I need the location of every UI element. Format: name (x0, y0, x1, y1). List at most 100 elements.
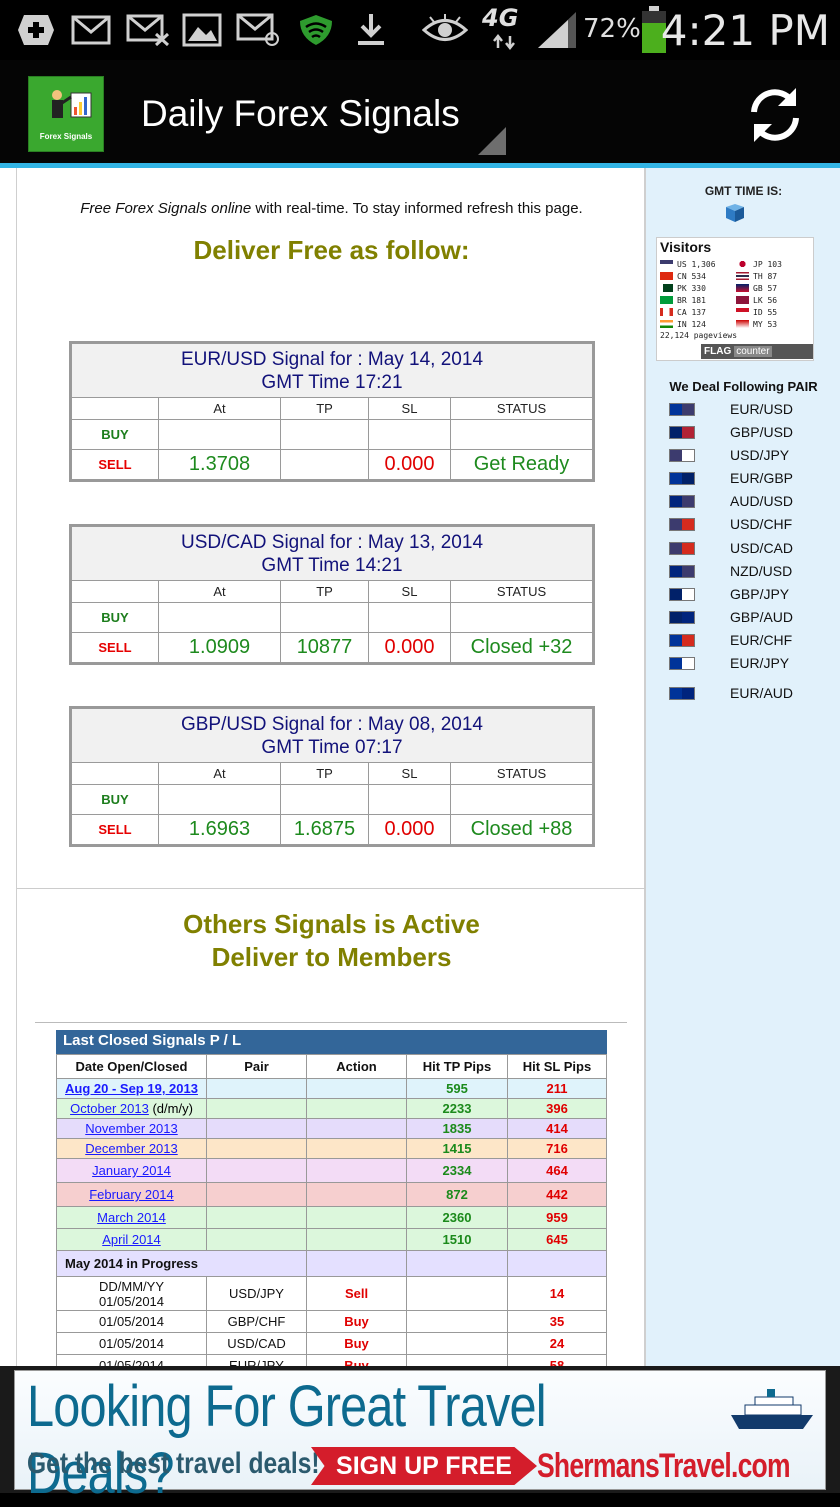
sl-pips: 464 (507, 1158, 607, 1183)
email-at-icon (236, 10, 280, 50)
sell-at: 1.6963 (158, 814, 281, 845)
table-cell (306, 1228, 407, 1251)
refresh-button[interactable] (744, 84, 806, 146)
col-header: SL (368, 762, 451, 785)
app-logo[interactable]: Forex Signals (28, 76, 104, 152)
main-column: Free Forex Signals online with real-time… (16, 168, 646, 1366)
signal-table: EUR/USD Signal for : May 14, 2014 GMT Tim… (69, 341, 595, 482)
signal-time: GMT Time 14:21 (261, 554, 403, 576)
deliver-title: Deliver Free as follow: (193, 235, 470, 265)
pair-flag-icon (669, 610, 695, 624)
action-cell: Buy (306, 1354, 407, 1366)
col-header: Action (306, 1054, 407, 1079)
country-code: PK (677, 283, 687, 293)
pair-flag-icon (669, 633, 695, 647)
tp-pips (406, 1332, 508, 1355)
buy-sl (368, 419, 451, 450)
pair-item[interactable]: USD/CHF (646, 513, 840, 535)
date-header: DD/MM/YY (99, 1278, 164, 1294)
table-cell (206, 1138, 307, 1159)
sl-pips: 716 (507, 1138, 607, 1159)
pair-item[interactable]: EUR/USD (646, 398, 840, 420)
visitor-country: IN 124 (660, 320, 736, 329)
month-link[interactable]: Aug 20 - Sep 19, 2013 (65, 1081, 198, 1096)
pair-item[interactable]: EUR/GBP (646, 467, 840, 489)
sl-pips: 959 (507, 1206, 607, 1229)
table-cell (306, 1078, 407, 1099)
pair-item[interactable]: EUR/AUD (646, 682, 840, 704)
gallery-icon (182, 10, 222, 50)
pageviews-count: 22,124 pageviews (660, 331, 738, 340)
country-code: LK (753, 295, 763, 305)
month-link[interactable]: February 2014 (89, 1187, 174, 1202)
visitors-widget[interactable]: Visitors US 1,306 JP 103 CN 534 TH 87 PK 330… (656, 237, 814, 361)
table-cell (306, 1138, 407, 1159)
sell-tp: 1.6875 (280, 814, 369, 845)
tp-pips: 2360 (406, 1206, 508, 1229)
pair-item[interactable]: USD/CAD (646, 537, 840, 559)
visitor-country: CN 534 (660, 272, 736, 281)
signal-strength-icon (536, 10, 578, 50)
month-link[interactable]: January 2014 (92, 1163, 171, 1178)
sell-at: 1.0909 (158, 632, 281, 663)
visitors-row: CA 137 ID 55 (660, 306, 812, 318)
pair-item[interactable]: GBP/JPY (646, 583, 840, 605)
month-cell: Aug 20 - Sep 19, 2013 (56, 1078, 207, 1099)
pair-name: EUR/CHF (730, 632, 793, 648)
clock-widget-icon[interactable] (724, 203, 746, 223)
month-cell: April 2014 (56, 1228, 207, 1251)
pair-item[interactable]: AUD/USD (646, 490, 840, 512)
country-code: IN (677, 319, 687, 329)
country-code: US (677, 259, 687, 269)
flag-counter-badge[interactable]: FLAG counter (701, 344, 813, 359)
table-cell (306, 1206, 407, 1229)
month-link[interactable]: April 2014 (102, 1232, 161, 1247)
sl-pips: 211 (507, 1078, 607, 1099)
pair-flag-icon (669, 448, 695, 462)
table-cell (306, 1158, 407, 1183)
pair-item[interactable]: USD/JPY (646, 444, 840, 466)
month-link[interactable]: December 2013 (85, 1141, 178, 1156)
table-cell (206, 1078, 307, 1099)
pair-item[interactable]: GBP/USD (646, 421, 840, 443)
table-cell (206, 1228, 307, 1251)
signal-title: EUR/USD Signal for : May 14, 2014 (180, 348, 484, 370)
pair-flag-icon (669, 471, 695, 485)
web-content[interactable]: Free Forex Signals online with real-time… (0, 168, 840, 1366)
sell-status: Get Ready (450, 449, 593, 480)
refresh-icon (751, 88, 799, 142)
visitor-country: MY 53 (736, 320, 812, 329)
country-code: GB (753, 283, 763, 293)
month-link[interactable]: October 2013 (70, 1101, 149, 1116)
country-code: ID (753, 307, 763, 317)
signal-header: EUR/USD Signal for : May 14, 2014 GMT Tim… (71, 343, 593, 398)
clock: 4:21 PM (660, 6, 830, 55)
pair-flag-icon (669, 564, 695, 578)
month-cell: February 2014 (56, 1182, 207, 1207)
col-header: STATUS (450, 580, 593, 603)
table-row: January 2014 2334 464 (56, 1158, 607, 1183)
pair-item[interactable]: NZD/USD (646, 560, 840, 582)
network-type-label: 4G (482, 4, 519, 32)
pair-item[interactable]: GBP/AUD (646, 606, 840, 628)
table-cell (507, 1250, 607, 1277)
month-link[interactable]: March 2014 (97, 1210, 166, 1225)
ad-headline: Looking For Great Travel Deals? (27, 1374, 547, 1506)
pair-item[interactable]: EUR/JPY (646, 652, 840, 674)
date-value: 01/05/2014 (98, 1358, 165, 1366)
overflow-corner-indicator[interactable] (478, 127, 506, 155)
country-flag-icon (660, 320, 673, 328)
visitors-grid: US 1,306 JP 103 CN 534 TH 87 PK 330 GB 57 BR 1… (660, 258, 812, 330)
month-link[interactable]: November 2013 (85, 1121, 178, 1136)
status-bar: 4G 72% 4:21 PM (0, 0, 840, 60)
sell-status: Closed +88 (450, 814, 593, 845)
ad-signup-button[interactable]: SIGN UP FREE (311, 1447, 537, 1485)
battery-percent: 72% (583, 14, 641, 44)
ad-banner[interactable]: Looking For Great Travel Deals? Get the … (0, 1366, 840, 1506)
pair-name: USD/CAD (730, 540, 794, 556)
pair-item[interactable]: EUR/CHF (646, 629, 840, 651)
visitor-country: JP 103 (736, 260, 812, 269)
progress-label: May 2014 in Progress (56, 1250, 307, 1277)
ad-content[interactable]: Looking For Great Travel Deals? Get the … (14, 1370, 826, 1506)
buy-label: BUY (71, 602, 159, 633)
